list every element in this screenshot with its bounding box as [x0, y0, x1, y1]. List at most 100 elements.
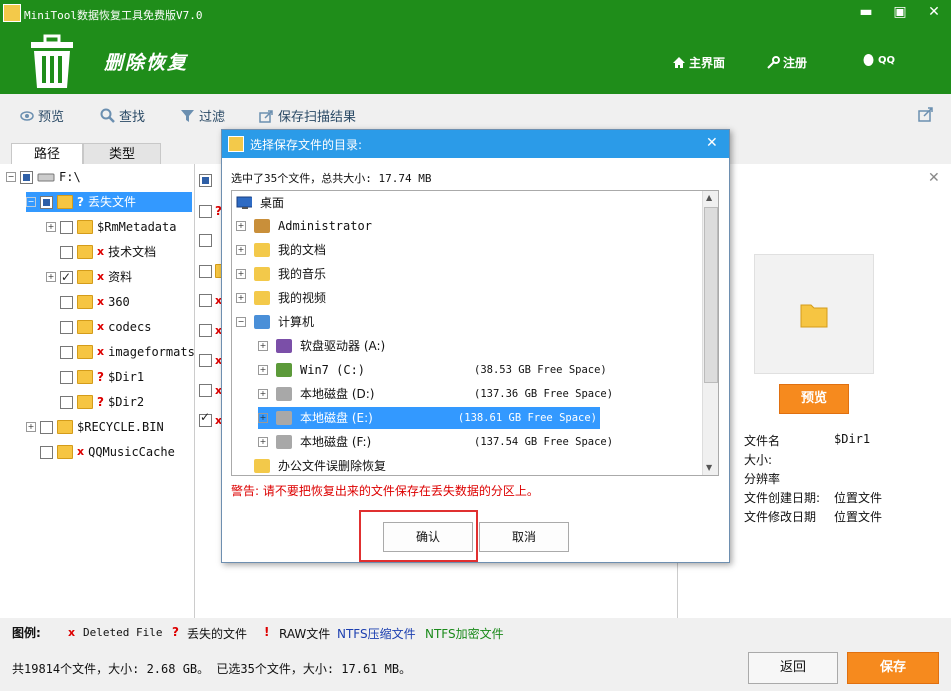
checkbox[interactable] [60, 220, 73, 234]
drive-icon [37, 173, 55, 182]
dir-entry[interactable]: +办公文件误删除恢复 [236, 455, 578, 475]
qq-link[interactable]: QQ [862, 54, 895, 67]
tab-type[interactable]: 类型 [83, 143, 161, 166]
checkbox[interactable] [199, 234, 212, 247]
checkbox[interactable] [60, 370, 73, 384]
expand-toggle[interactable]: + [258, 437, 268, 447]
file-row[interactable]: x [199, 324, 222, 337]
file-row[interactable]: x [199, 410, 222, 427]
tree-item[interactable]: x codecs [46, 317, 151, 337]
checkbox[interactable] [40, 195, 53, 209]
checkbox[interactable] [199, 384, 212, 397]
dir-entry[interactable]: + Administrator [236, 215, 578, 237]
tree-item[interactable]: x 360 [46, 292, 130, 312]
dir-entry[interactable]: + 我的视频 [236, 287, 578, 309]
tree-item[interactable]: ? $Dir2 [46, 392, 144, 412]
tab-path[interactable]: 路径 [11, 143, 83, 166]
collapse-toggle[interactable]: − [6, 172, 16, 182]
checkbox[interactable] [60, 345, 73, 359]
expand-toggle[interactable]: − [236, 317, 246, 327]
tree-item[interactable]: ? $Dir1 [46, 367, 144, 387]
expand-toggle[interactable]: + [258, 341, 268, 351]
preview-button[interactable]: 预览 [779, 384, 849, 414]
checkbox[interactable] [60, 295, 73, 309]
scrollbar-thumb[interactable] [704, 207, 718, 383]
tree-item[interactable]: x 技术文档 [46, 242, 156, 262]
folder-icon [77, 395, 93, 409]
home-link[interactable]: 主界面 [672, 54, 725, 71]
dir-entry[interactable]: + 我的文档 [236, 239, 578, 261]
close-preview-icon[interactable]: ✕ [928, 170, 940, 186]
expand-toggle[interactable]: + [258, 413, 268, 423]
tree-label: QQMusicCache [88, 445, 175, 459]
file-row[interactable]: ? [199, 204, 222, 218]
close-button[interactable]: ✕ [924, 4, 944, 20]
dir-entry[interactable]: + Win7 (C:) (38.53 GB Free Space) [258, 359, 610, 381]
back-button[interactable]: 返回 [748, 652, 838, 684]
find-tool-button[interactable]: 查找 [100, 106, 145, 125]
expand-toggle[interactable]: + [258, 389, 268, 399]
checkbox[interactable] [60, 245, 73, 259]
tree-label: $RECYCLE.BIN [77, 420, 164, 434]
filter-tool-button[interactable]: 过滤 [180, 106, 225, 125]
tree-item-recycle[interactable]: + $RECYCLE.BIN [26, 417, 164, 437]
floppy-icon [276, 339, 292, 353]
file-row[interactable]: x [199, 384, 222, 397]
scroll-up-icon[interactable]: ▲ [706, 193, 712, 202]
confirm-button[interactable]: 确认 [383, 522, 473, 552]
expand-toggle[interactable]: + [258, 365, 268, 375]
checkbox[interactable] [20, 170, 33, 184]
dir-entry[interactable]: − 计算机 [236, 311, 578, 333]
dir-entry[interactable]: + 本地磁盘 (E:) (138.61 GB Free Space) [258, 407, 600, 429]
checkbox[interactable] [199, 324, 212, 337]
checkbox[interactable] [199, 204, 212, 218]
tree-item[interactable]: + $RmMetadata [46, 217, 176, 237]
checkbox[interactable] [40, 420, 53, 434]
checkbox[interactable] [60, 395, 73, 409]
share-export-icon[interactable] [918, 107, 934, 122]
cancel-button[interactable]: 取消 [479, 522, 569, 552]
tree-item[interactable]: x imageformats [46, 342, 195, 362]
dir-entry[interactable]: + 本地磁盘 (D:) (137.36 GB Free Space) [258, 383, 616, 405]
checkbox[interactable] [60, 320, 73, 334]
dir-entry[interactable]: + 软盘驱动器 (A:) [258, 335, 600, 357]
expand-toggle[interactable]: + [236, 245, 246, 255]
checkbox[interactable] [199, 264, 212, 278]
scroll-down-icon[interactable]: ▼ [706, 463, 712, 472]
expand-toggle[interactable]: + [46, 272, 56, 282]
register-link[interactable]: 注册 [767, 54, 807, 71]
tree-item-lost[interactable]: − ? 丢失文件 [26, 192, 192, 212]
checkbox[interactable] [199, 294, 212, 307]
select-all-checkbox[interactable] [199, 174, 212, 187]
checkbox[interactable] [199, 354, 212, 367]
legend-lost: 丢失的文件 [187, 627, 248, 641]
tree-item[interactable]: + x资料 [46, 267, 132, 287]
scrollbar[interactable]: ▲ ▼ [702, 191, 718, 475]
file-row[interactable]: x [199, 354, 222, 367]
tree-root[interactable]: − F:\ [6, 167, 81, 187]
expand-toggle[interactable]: + [236, 293, 246, 303]
expand-toggle[interactable]: + [46, 222, 56, 232]
dir-desktop[interactable]: 桌面 [236, 192, 284, 214]
dir-label: 本地磁盘 (E:) [300, 411, 373, 425]
file-row[interactable]: x [199, 294, 222, 307]
save-scan-tool-button[interactable]: 保存扫描结果 [259, 106, 356, 125]
window-title: MiniTool数据恢复工具免费版V7.0 [24, 9, 203, 22]
save-button[interactable]: 保存 [847, 652, 939, 684]
expand-toggle[interactable]: + [26, 422, 36, 432]
checkbox[interactable] [60, 267, 73, 287]
checkbox[interactable] [199, 410, 212, 427]
file-row[interactable] [199, 234, 212, 247]
collapse-toggle[interactable]: − [26, 197, 36, 207]
expand-toggle[interactable]: + [236, 269, 246, 279]
expand-toggle[interactable]: + [236, 221, 246, 231]
preview-tool-button[interactable]: 预览 [20, 106, 64, 125]
dialog-close-icon[interactable]: ✕ [706, 135, 718, 151]
minimize-button[interactable]: ▬ [856, 4, 876, 20]
checkbox[interactable] [40, 445, 53, 459]
tree-label: 资料 [108, 270, 133, 284]
dir-entry[interactable]: + 我的音乐 [236, 263, 578, 285]
tree-item-qqmusic[interactable]: x QQMusicCache [40, 442, 175, 462]
dir-entry[interactable]: + 本地磁盘 (F:) (137.54 GB Free Space) [258, 431, 616, 453]
maximize-button[interactable]: ▣ [890, 4, 910, 20]
